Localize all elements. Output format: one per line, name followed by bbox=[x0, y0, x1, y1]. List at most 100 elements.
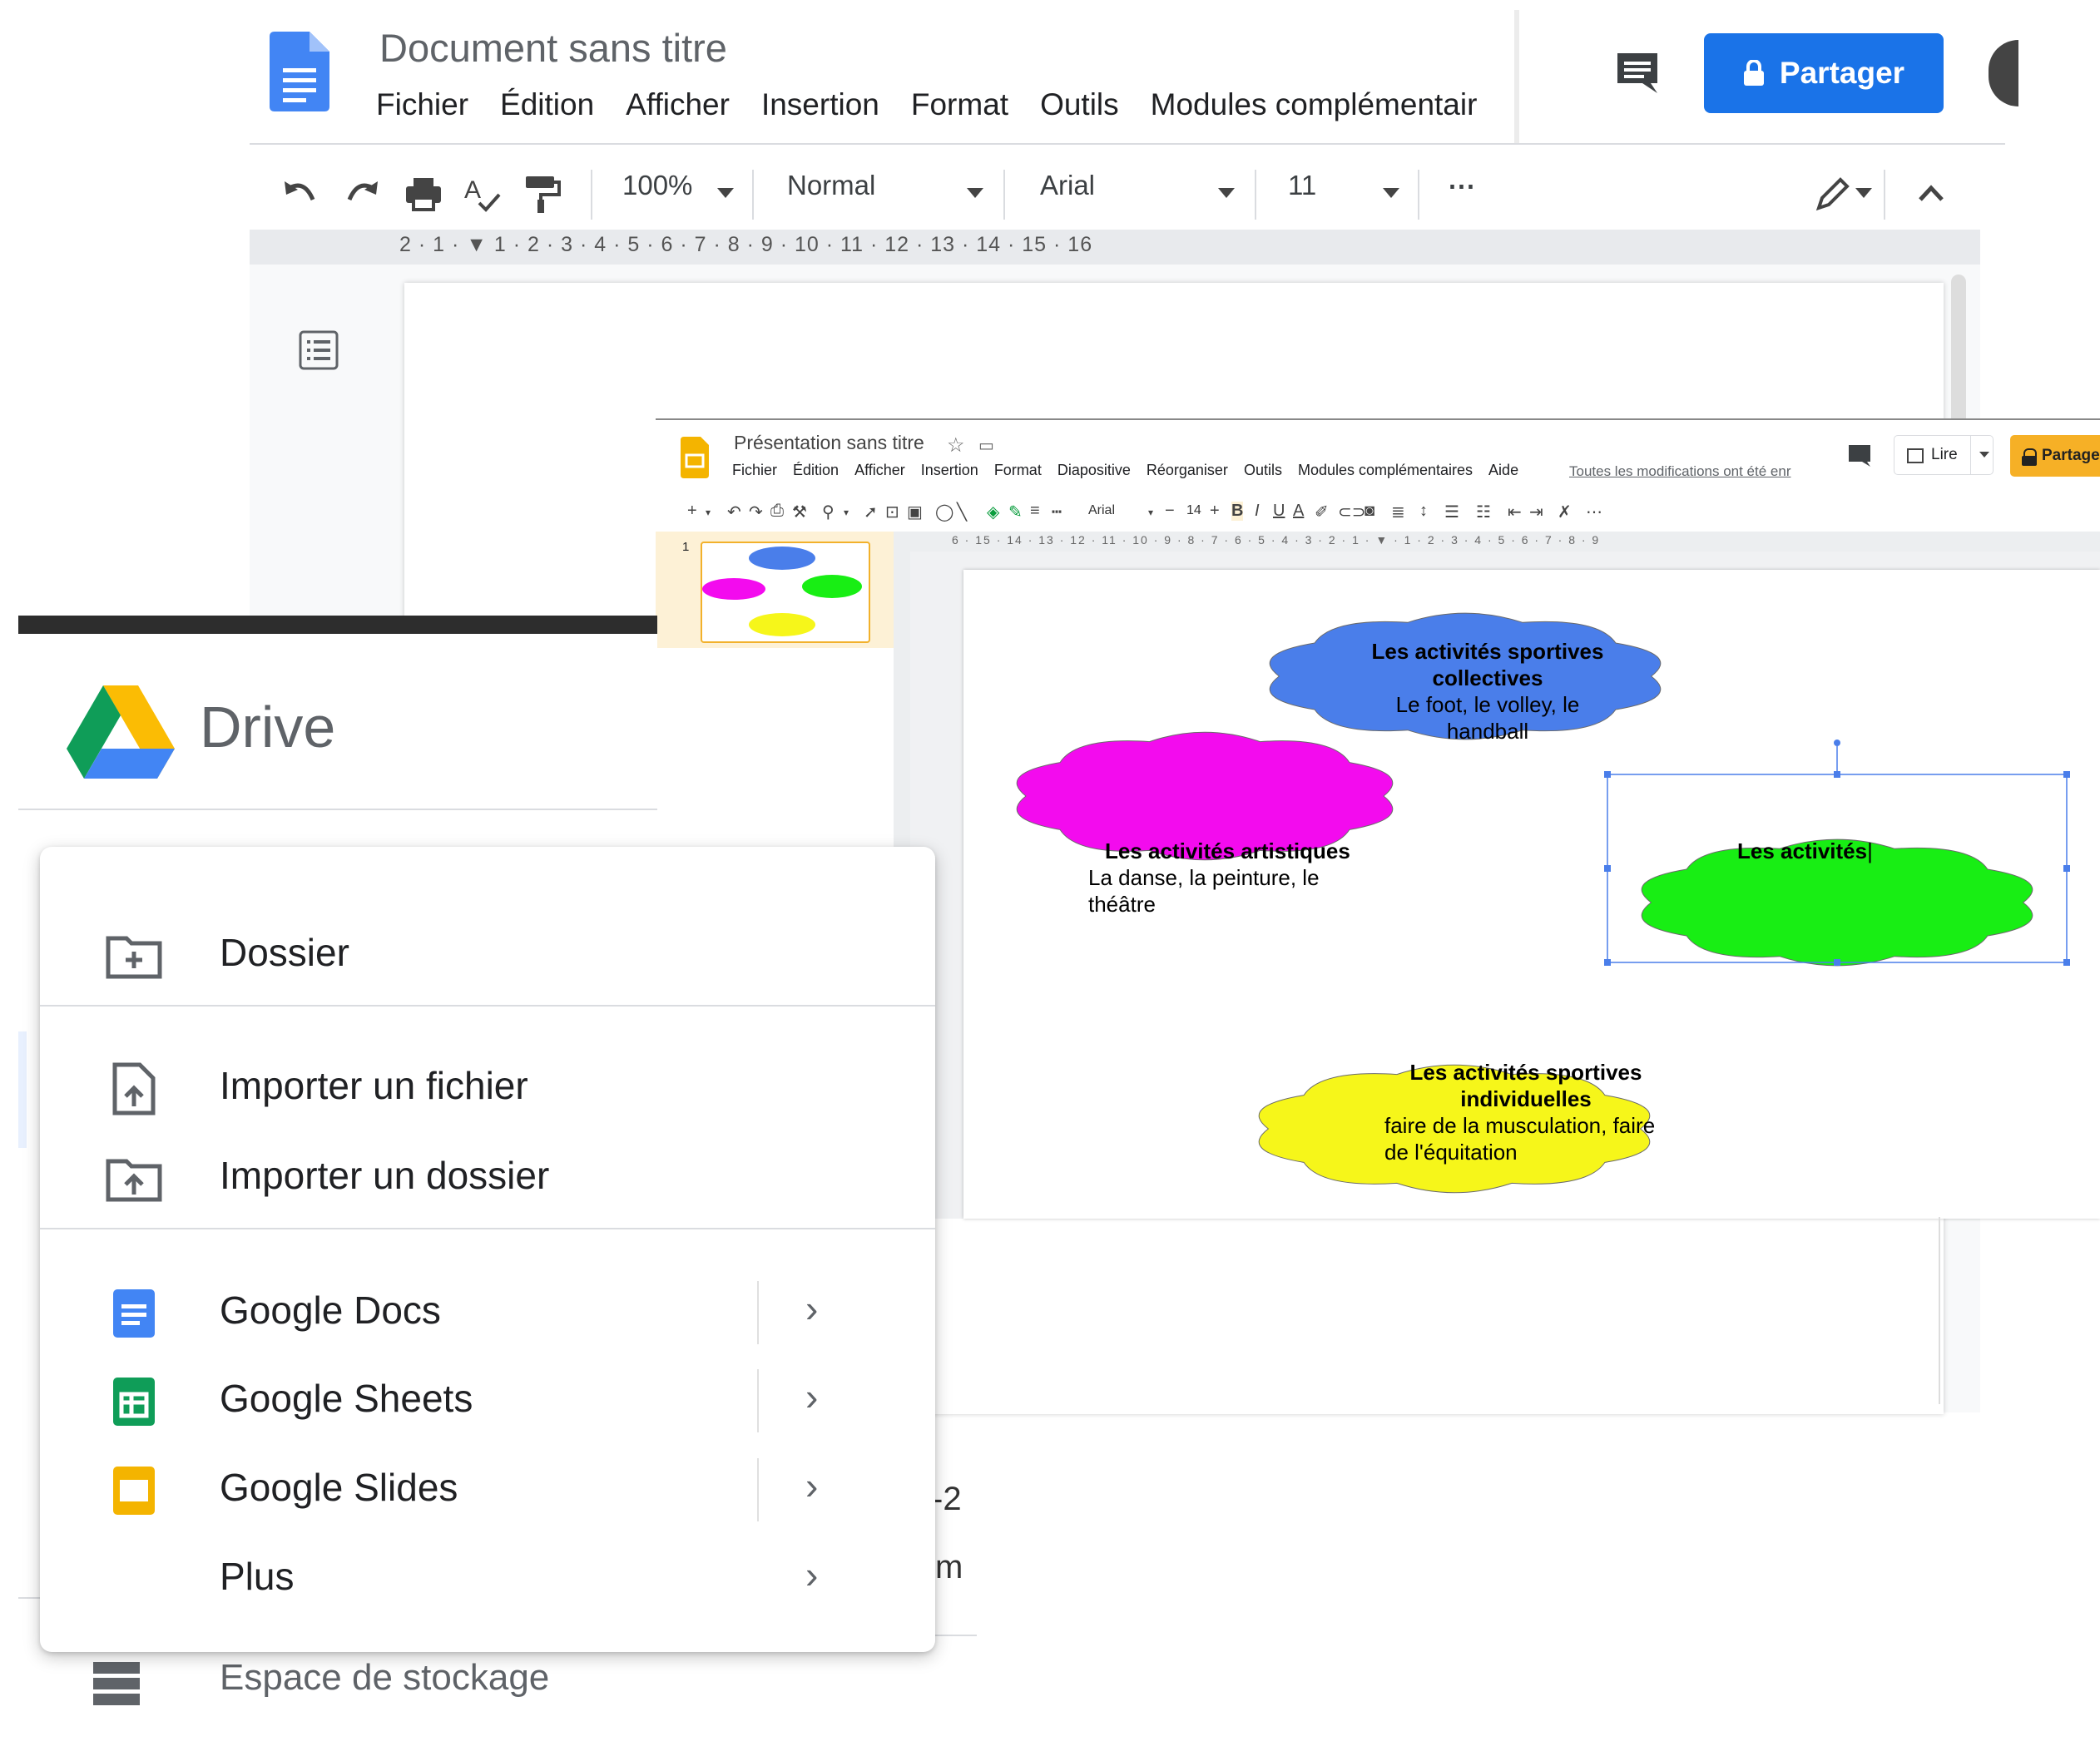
clear-formatting-icon[interactable]: ✗ bbox=[1558, 502, 1572, 522]
menu-afficher[interactable]: Afficher bbox=[626, 87, 730, 122]
paint-format-icon[interactable]: ⚒ bbox=[792, 502, 807, 522]
shape-icon[interactable]: ◯ bbox=[935, 502, 953, 522]
resize-handle[interactable] bbox=[1604, 771, 1611, 778]
move-folder-icon[interactable]: ▭ bbox=[978, 435, 994, 456]
chevron-right-icon[interactable]: › bbox=[805, 1374, 818, 1419]
undo-icon[interactable]: ↶ bbox=[727, 502, 741, 522]
image-icon[interactable]: ▣ bbox=[907, 502, 923, 522]
chevron-down-icon[interactable]: ▾ bbox=[706, 507, 711, 518]
chevron-down-icon[interactable]: ▾ bbox=[1148, 507, 1153, 518]
border-weight-icon[interactable]: ≡ bbox=[1030, 502, 1040, 521]
slide-canvas[interactable]: Les activités sportives collectives Le f… bbox=[963, 570, 2100, 1219]
avatar[interactable] bbox=[1989, 40, 2018, 106]
save-status-link[interactable]: Toutes les modifications ont été enr bbox=[1569, 463, 1790, 480]
bold-icon[interactable]: B bbox=[1231, 502, 1244, 521]
text-color-icon[interactable]: A bbox=[1293, 502, 1304, 521]
resize-handle[interactable] bbox=[1604, 959, 1611, 966]
star-icon[interactable]: ☆ bbox=[947, 433, 965, 458]
menu-item-google-slides[interactable]: Google Slides › bbox=[40, 1452, 935, 1528]
chevron-down-icon[interactable] bbox=[967, 188, 983, 198]
resize-handle[interactable] bbox=[1604, 865, 1611, 872]
menu-item-upload-folder[interactable]: Importer un dossier bbox=[40, 1140, 935, 1216]
font-select[interactable]: Arial bbox=[1088, 503, 1115, 518]
menu-diapositive[interactable]: Diapositive bbox=[1057, 462, 1131, 479]
comment-add-icon[interactable]: ◙ bbox=[1365, 502, 1374, 521]
fill-color-icon[interactable]: ◈ bbox=[987, 502, 999, 522]
border-dash-icon[interactable]: ┅ bbox=[1052, 502, 1062, 522]
slide-thumbnail[interactable] bbox=[701, 542, 870, 643]
menu-item-folder[interactable]: Dossier bbox=[40, 917, 935, 993]
rotate-handle[interactable] bbox=[1834, 739, 1840, 746]
align-icon[interactable]: ≣ bbox=[1391, 502, 1405, 522]
menu-item-google-sheets[interactable]: Google Sheets › bbox=[40, 1363, 935, 1439]
menu-insertion[interactable]: Insertion bbox=[921, 462, 978, 479]
menu-insertion[interactable]: Insertion bbox=[761, 87, 879, 122]
share-button[interactable]: Partager bbox=[1704, 33, 1944, 113]
menu-reorganiser[interactable]: Réorganiser bbox=[1147, 462, 1228, 479]
menu-item-upload-file[interactable]: Importer un fichier bbox=[40, 1050, 935, 1126]
menu-modules[interactable]: Modules complémentair bbox=[1151, 87, 1478, 122]
font-size-input[interactable]: 14 bbox=[1186, 503, 1201, 518]
resize-handle[interactable] bbox=[2063, 771, 2070, 778]
new-slide-icon[interactable]: + bbox=[687, 502, 697, 521]
increase-indent-icon[interactable]: ⇥ bbox=[1529, 502, 1543, 522]
menu-format[interactable]: Format bbox=[994, 462, 1042, 479]
chevron-down-icon[interactable] bbox=[1855, 188, 1872, 198]
text-box-icon[interactable]: ⊡ bbox=[885, 502, 899, 522]
undo-icon[interactable] bbox=[280, 173, 321, 215]
select-icon[interactable]: ➚ bbox=[864, 502, 878, 522]
outline-icon[interactable] bbox=[298, 329, 339, 371]
resize-handle[interactable] bbox=[2063, 959, 2070, 966]
decrease-indent-icon[interactable]: ⇤ bbox=[1508, 502, 1522, 522]
menu-edition[interactable]: Édition bbox=[793, 462, 839, 479]
print-icon[interactable]: ⎙ bbox=[770, 502, 784, 521]
scrollbar[interactable] bbox=[1951, 275, 1966, 433]
doc-title[interactable]: Document sans titre bbox=[379, 25, 727, 71]
menu-modules[interactable]: Modules complémentaires bbox=[1298, 462, 1473, 479]
link-icon[interactable]: ⊂⊃ bbox=[1338, 502, 1366, 522]
underline-icon[interactable]: U bbox=[1273, 502, 1285, 521]
storage-label[interactable]: Espace de stockage bbox=[220, 1657, 549, 1699]
redo-icon[interactable]: ↷ bbox=[749, 502, 763, 522]
chevron-down-icon[interactable] bbox=[717, 188, 734, 198]
zoom-icon[interactable]: ⚲ bbox=[822, 502, 835, 522]
resize-handle[interactable] bbox=[1834, 771, 1840, 778]
chevron-down-icon[interactable] bbox=[1218, 188, 1235, 198]
paint-format-icon[interactable] bbox=[521, 173, 562, 215]
highlight-icon[interactable]: ✐ bbox=[1315, 502, 1329, 522]
line-spacing-icon[interactable]: ↕ bbox=[1419, 502, 1428, 521]
font-size-select[interactable]: 11 bbox=[1288, 170, 1316, 201]
numbered-list-icon[interactable]: ☰ bbox=[1444, 502, 1459, 522]
comment-icon[interactable] bbox=[1614, 50, 1661, 96]
editing-mode-icon[interactable] bbox=[1812, 173, 1854, 215]
cloud-artistiques-text[interactable]: Les activités artistiques La danse, la p… bbox=[1088, 838, 1371, 918]
chevron-right-icon[interactable]: › bbox=[805, 1286, 818, 1331]
menu-fichier[interactable]: Fichier bbox=[732, 462, 777, 479]
chevron-right-icon[interactable]: › bbox=[805, 1463, 818, 1508]
more-icon[interactable]: ⋯ bbox=[1586, 502, 1602, 522]
zoom-select[interactable]: 100% bbox=[622, 170, 692, 201]
style-select[interactable]: Normal bbox=[787, 170, 875, 201]
menu-fichier[interactable]: Fichier bbox=[376, 87, 468, 122]
comment-icon[interactable] bbox=[1847, 443, 1872, 468]
menu-afficher[interactable]: Afficher bbox=[854, 462, 905, 479]
cloud-individuelles-text[interactable]: Les activités sportives individuelles fa… bbox=[1384, 1059, 1701, 1165]
menu-item-google-docs[interactable]: Google Docs › bbox=[40, 1274, 935, 1351]
more-options-button[interactable]: ⋯ bbox=[1448, 170, 1475, 202]
menu-format[interactable]: Format bbox=[911, 87, 1008, 122]
border-color-icon[interactable]: ✎ bbox=[1008, 502, 1023, 522]
menu-item-more[interactable]: Plus › bbox=[40, 1541, 935, 1617]
menu-edition[interactable]: Édition bbox=[500, 87, 594, 122]
spellcheck-icon[interactable]: A bbox=[463, 173, 504, 215]
print-icon[interactable] bbox=[403, 173, 444, 215]
menu-outils[interactable]: Outils bbox=[1040, 87, 1119, 122]
cloud-green-text[interactable]: Les activités| bbox=[1737, 838, 1873, 864]
font-select[interactable]: Arial bbox=[1040, 170, 1095, 201]
bulleted-list-icon[interactable]: ☷ bbox=[1476, 502, 1491, 522]
chevron-right-icon[interactable]: › bbox=[805, 1552, 818, 1597]
menu-outils[interactable]: Outils bbox=[1244, 462, 1282, 479]
resize-handle[interactable] bbox=[1834, 959, 1840, 966]
chevron-down-icon[interactable]: ▾ bbox=[844, 507, 849, 518]
menu-aide[interactable]: Aide bbox=[1488, 462, 1518, 479]
chevron-down-icon[interactable] bbox=[1383, 188, 1399, 198]
